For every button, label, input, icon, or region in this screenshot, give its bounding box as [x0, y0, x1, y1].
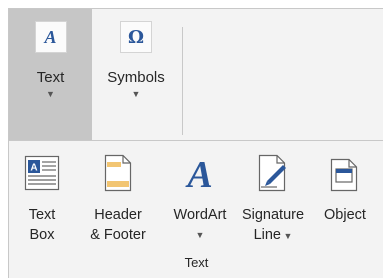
text-group: A Text Box Header & Footer A WordArt ▼ S… [8, 140, 383, 278]
header-footer-label-line1: Header [94, 207, 142, 223]
wordart-icon: A [182, 153, 218, 193]
object-label: Object [324, 207, 366, 223]
signature-line-label-line2: Line [253, 227, 281, 243]
text-box-icon: A [24, 153, 60, 193]
divider [182, 27, 183, 135]
top-ribbon-strip: A Text ▼ Ω Symbols ▼ [8, 8, 383, 141]
text-box-label-line1: Text [28, 207, 56, 223]
text-button-label: Text [36, 69, 65, 86]
chevron-down-icon: ▼ [131, 89, 141, 99]
svg-text:A: A [30, 163, 37, 174]
text-dropdown-button[interactable]: A Text ▼ [9, 9, 92, 141]
chevron-down-icon: ▼ [195, 230, 205, 240]
wordart-label: WordArt [173, 207, 227, 223]
symbols-button-label: Symbols [107, 69, 165, 86]
object-icon [330, 153, 360, 193]
wordart-a-icon: A [34, 21, 67, 53]
symbols-dropdown-button[interactable]: Ω Symbols ▼ [92, 9, 180, 141]
svg-text:A: A [185, 154, 212, 192]
signature-line-label-line1: Signature [241, 207, 305, 223]
omega-icon: Ω [120, 21, 152, 53]
object-button[interactable]: Object [315, 141, 375, 253]
signature-line-icon [255, 153, 291, 193]
header-footer-icon [104, 153, 132, 193]
wordart-button[interactable]: A WordArt ▼ [167, 141, 233, 253]
group-label: Text [184, 255, 209, 270]
chevron-down-icon: ▼ [46, 89, 55, 99]
chevron-down-icon: ▼ [281, 231, 293, 241]
text-box-button[interactable]: A Text Box [17, 141, 67, 253]
header-footer-button[interactable]: Header & Footer [87, 141, 149, 253]
header-footer-label-line2: & Footer [90, 227, 146, 243]
text-box-label-line2: Box [29, 227, 55, 243]
signature-line-button[interactable]: Signature Line ▼ [238, 141, 308, 253]
ribbon-frame: A Text ▼ Ω Symbols ▼ A Text Box Header &… [0, 0, 383, 278]
